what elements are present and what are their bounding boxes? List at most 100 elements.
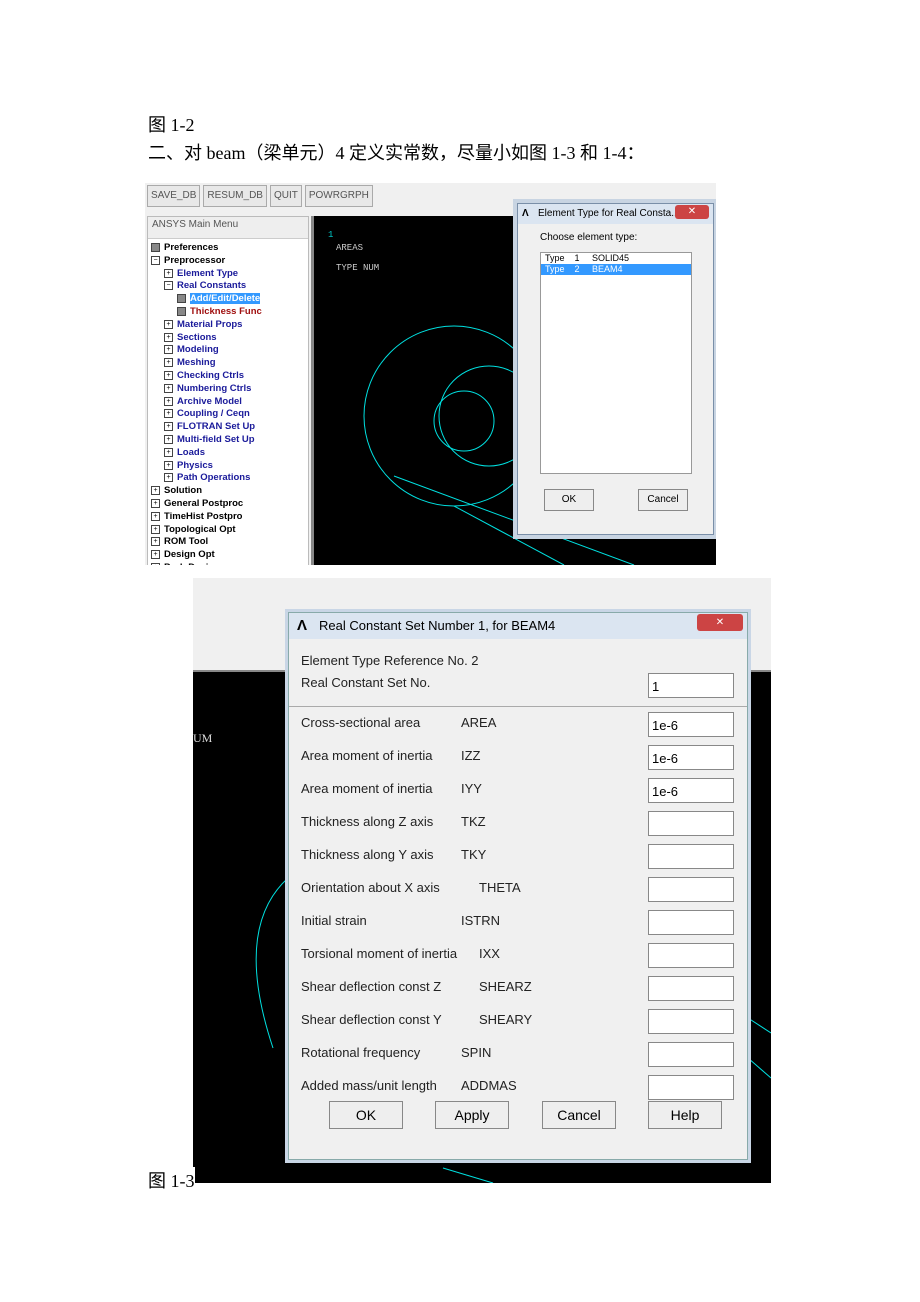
field-input-sheary[interactable]	[648, 1009, 734, 1034]
expand-icon: +	[164, 473, 173, 483]
field-code-tky: TKY	[461, 847, 487, 862]
menu-item[interactable]: Add/Edit/Delete	[151, 293, 308, 306]
element-type-ref: Element Type Reference No. 2	[301, 653, 479, 668]
menu-item[interactable]: − Preprocessor	[151, 255, 308, 268]
element-type-list[interactable]: Type 1 SOLID45 Type 2 BEAM4	[540, 252, 692, 474]
field-input-area[interactable]: 1e-6	[648, 712, 734, 737]
menu-item-label: Element Type	[177, 267, 239, 279]
menu-item-label: Physics	[177, 459, 213, 471]
menu-item-label: Preprocessor	[164, 254, 226, 266]
main-menu: ANSYS Main Menu Preferences − Preprocessor…	[147, 216, 309, 565]
menu-item[interactable]: Thickness Func	[151, 306, 308, 319]
menu-item[interactable]: + TimeHist Postpro	[151, 511, 308, 524]
menu-item-label: Loads	[177, 446, 205, 458]
toolbar-button-powrgrph[interactable]: POWRGRPH	[304, 185, 373, 207]
apply-button[interactable]: Apply	[435, 1101, 509, 1129]
menu-item[interactable]: + Checking Ctrls	[151, 370, 308, 383]
toolbar-button-quit[interactable]: QUIT	[269, 185, 302, 207]
menu-item[interactable]: + Element Type	[151, 268, 308, 281]
menu-doc-icon	[177, 306, 186, 316]
prompt-label: Choose element type:	[540, 232, 638, 243]
menu-item-label: Modeling	[177, 344, 219, 356]
expand-icon: +	[164, 345, 173, 355]
field-input-tky[interactable]	[648, 844, 734, 869]
expand-icon: +	[164, 434, 173, 444]
menu-item-label: Checking Ctrls	[177, 369, 245, 381]
expand-icon: +	[164, 447, 173, 457]
expand-icon: +	[164, 332, 173, 342]
menu-item[interactable]: Preferences	[151, 242, 308, 255]
menu-item[interactable]: + ROM Tool	[151, 536, 308, 549]
ok-button[interactable]: OK	[329, 1101, 403, 1129]
expand-icon: +	[151, 524, 160, 534]
field-input-ixx[interactable]	[648, 943, 734, 968]
field-input-iyy[interactable]: 1e-6	[648, 778, 734, 803]
screenshot-real-constant-dialog: UM Λ Real Constant Set Number 1, for BEA…	[193, 578, 771, 1183]
dialog-title: Real Constant Set Number 1, for BEAM4	[319, 618, 556, 633]
menu-item[interactable]: + FLOTRAN Set Up	[151, 421, 308, 434]
menu-item[interactable]: + Sections	[151, 332, 308, 345]
menu-item[interactable]: + Multi-field Set Up	[151, 434, 308, 447]
menu-doc-icon	[177, 294, 186, 304]
menu-item[interactable]: + Meshing	[151, 357, 308, 370]
cancel-button[interactable]: Cancel	[638, 489, 688, 511]
field-label-shearz: Shear deflection const Z	[301, 979, 442, 994]
list-item[interactable]: Type 1 SOLID45	[541, 253, 691, 264]
close-button[interactable]: ✕	[697, 614, 743, 631]
divider	[289, 706, 747, 707]
ansys-logo-icon: Λ	[297, 617, 308, 634]
field-input-tkz[interactable]	[648, 811, 734, 836]
list-item[interactable]: Type 2 BEAM4	[541, 264, 691, 275]
menu-item[interactable]: + Physics	[151, 460, 308, 473]
toolbar: SAVE_DB RESUM_DB QUIT POWRGRPH	[147, 185, 373, 207]
cancel-button[interactable]: Cancel	[542, 1101, 616, 1129]
ansys-logo-icon: Λ	[522, 208, 529, 219]
menu-item[interactable]: + Coupling / Ceqn	[151, 408, 308, 421]
help-button[interactable]: Help	[648, 1101, 722, 1129]
close-button[interactable]: ✕	[675, 205, 709, 219]
menu-item-label: Preferences	[164, 242, 219, 253]
field-input-istrn[interactable]	[648, 910, 734, 935]
field-code-spin: SPIN	[461, 1045, 492, 1060]
menu-item-label: Archive Model	[177, 395, 242, 407]
field-input-addmas[interactable]	[648, 1075, 734, 1100]
dialog-title-bar: Λ Element Type for Real Consta... ✕	[518, 204, 713, 224]
menu-item[interactable]: + Topological Opt	[151, 524, 308, 537]
menu-item[interactable]: + Modeling	[151, 344, 308, 357]
menu-item[interactable]: + Archive Model	[151, 396, 308, 409]
menu-item[interactable]: + Prob Design	[151, 562, 308, 565]
field-input-spin[interactable]	[648, 1042, 734, 1067]
menu-item-label: Path Operations	[177, 472, 251, 484]
menu-item[interactable]: + Numbering Ctrls	[151, 383, 308, 396]
field-input-shearz[interactable]	[648, 976, 734, 1001]
field-label-ixx: Torsional moment of inertia	[301, 946, 458, 961]
field-label-area: Cross-sectional area	[301, 715, 421, 730]
menu-doc-icon	[151, 242, 160, 252]
screenshot-element-type-dialog: SAVE_DB RESUM_DB QUIT POWRGRPH ANSYS Main M…	[145, 183, 716, 565]
field-code-area: AREA	[461, 715, 497, 730]
menu-item[interactable]: + Loads	[151, 447, 308, 460]
field-input-izz[interactable]: 1e-6	[648, 745, 734, 770]
expand-icon: +	[164, 319, 173, 329]
menu-item[interactable]: + General Postproc	[151, 498, 308, 511]
toolbar-button-resum_db[interactable]: RESUM_DB	[203, 185, 267, 207]
expand-icon: +	[151, 511, 160, 521]
menu-item-label: Material Props	[177, 318, 243, 330]
menu-item[interactable]: + Solution	[151, 485, 308, 498]
field-label-addmas: Added mass/unit length	[301, 1078, 437, 1093]
menu-item[interactable]: − Real Constants	[151, 280, 308, 293]
menu-item-label: Real Constants	[177, 280, 247, 292]
ok-button[interactable]: OK	[544, 489, 594, 511]
expand-icon: +	[151, 550, 160, 560]
field-code-sheary: SHEARY	[479, 1012, 533, 1027]
menu-item[interactable]: + Material Props	[151, 319, 308, 332]
menu-item[interactable]: + Path Operations	[151, 472, 308, 485]
toolbar-button-save_db[interactable]: SAVE_DB	[147, 185, 201, 207]
real-constant-set-label: Real Constant Set No.	[301, 675, 431, 690]
menu-item[interactable]: + Design Opt	[151, 549, 308, 562]
field-input-theta[interactable]	[648, 877, 734, 902]
menu-item-label: TimeHist Postpro	[164, 510, 243, 522]
menu-item-label: Design Opt	[164, 549, 215, 561]
menu-item-label: Prob Design	[164, 562, 220, 565]
real-constant-set-input[interactable]: 1	[648, 673, 734, 698]
